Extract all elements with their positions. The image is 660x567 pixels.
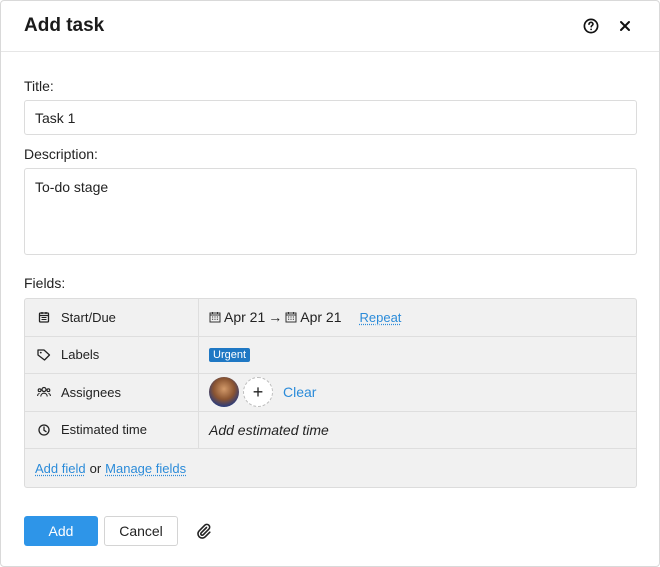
start-date-calendar-icon [209, 311, 221, 323]
field-label-assignees: Assignees [61, 384, 121, 400]
dialog-footer: Add Cancel [24, 516, 214, 546]
add-task-dialog: Add task Title: Task 1 Description: To-d… [0, 0, 660, 567]
dialog-title: Add task [24, 15, 105, 36]
description-label: Description: [24, 146, 98, 162]
description-textarea[interactable]: To-do stage [24, 168, 637, 255]
add-assignee-button[interactable]: + [243, 377, 273, 408]
repeat-link[interactable]: Repeat [360, 310, 402, 325]
add-button[interactable]: Add [24, 516, 98, 546]
add-field-link[interactable]: Add field [35, 461, 86, 476]
title-label: Title: [24, 78, 54, 94]
people-icon [37, 385, 51, 399]
assignee-avatar[interactable] [209, 377, 239, 408]
title-input-value: Task 1 [35, 109, 76, 126]
field-row-labels: Labels Urgent [25, 336, 636, 374]
field-label-estimated-time: Estimated time [61, 422, 147, 438]
field-row-estimated-time: Estimated time Add estimated time [25, 411, 636, 449]
start-date[interactable]: Apr 21 [224, 309, 265, 325]
tag-icon [37, 348, 51, 362]
urgent-badge[interactable]: Urgent [209, 347, 251, 362]
due-date[interactable]: Apr 21 [300, 309, 341, 325]
fields-label: Fields: [24, 275, 66, 291]
calendar-icon [37, 310, 51, 324]
estimated-time-placeholder: Add estimated time [209, 421, 329, 438]
field-name-start-due: Start/Due [25, 299, 199, 336]
date-arrow: → [268, 309, 283, 326]
field-name-assignees: Assignees [25, 374, 199, 411]
fields-footer-or: or [89, 460, 102, 476]
dialog-header: Add task [1, 1, 659, 52]
field-name-labels: Labels [25, 336, 199, 373]
estimated-time-value[interactable]: Add estimated time [199, 412, 636, 449]
add-assignee-label: + [252, 381, 264, 402]
description-value: To-do stage [35, 179, 109, 195]
manage-fields-link[interactable]: Manage fields [105, 461, 186, 476]
clock-icon [37, 423, 51, 437]
field-label-start-due: Start/Due [61, 309, 116, 325]
start-due-value[interactable]: Apr 21 → Apr 21 Repeat [199, 299, 636, 336]
paperclip-icon[interactable] [194, 521, 214, 541]
field-name-estimated-time: Estimated time [25, 411, 199, 448]
dialog-body: Title: Task 1 Description: To-do stage F… [1, 78, 659, 488]
field-row-assignees: Assignees + Clear [25, 374, 636, 412]
fields-table: Start/Due Apr 21 → Apr 21 Repeat Labels … [24, 298, 637, 488]
field-label-labels: Labels [61, 347, 100, 363]
cancel-button[interactable]: Cancel [104, 516, 178, 546]
help-circle-icon[interactable] [580, 15, 602, 37]
labels-value[interactable]: Urgent [199, 337, 636, 374]
field-row-start-due: Start/Due Apr 21 → Apr 21 Repeat [25, 299, 636, 337]
assignees-value: + Clear [199, 374, 636, 411]
clear-assignees-link[interactable]: Clear [283, 384, 316, 400]
title-input[interactable]: Task 1 [24, 100, 637, 135]
fields-footer: Add field or Manage fields [25, 449, 636, 487]
close-icon[interactable] [614, 15, 636, 37]
due-date-calendar-icon [285, 311, 297, 323]
